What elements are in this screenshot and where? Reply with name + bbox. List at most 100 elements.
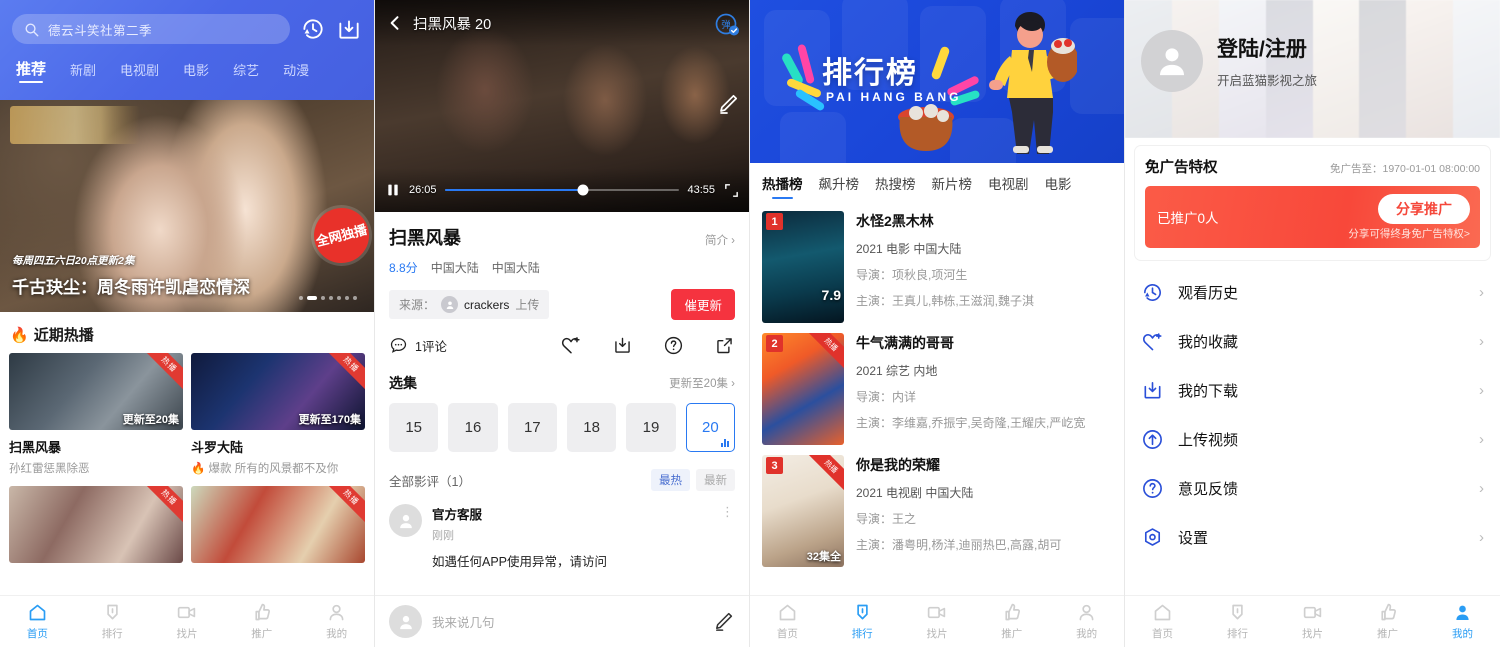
nav-item-promote[interactable]: 推广 [1350, 602, 1425, 641]
more-options-icon[interactable]: ⋮ [721, 504, 735, 520]
episode-button[interactable]: 17 [507, 403, 557, 452]
fullscreen-icon[interactable] [723, 182, 740, 199]
ranking-banner-title: 排行榜 [822, 57, 918, 90]
back-chevron-icon[interactable] [385, 13, 405, 33]
nav-item-mine[interactable]: 我的 [299, 602, 374, 641]
progress-bar[interactable] [444, 184, 680, 196]
nav-item-promote[interactable]: 推广 [974, 602, 1049, 641]
player-controls: 26:05 43:55 [375, 168, 749, 212]
help-icon[interactable] [663, 335, 684, 356]
nav-item-home[interactable]: 首页 [1125, 602, 1200, 641]
promo-note[interactable]: 分享可得终身免广告特权> [1348, 226, 1470, 241]
ranking-icon [852, 602, 873, 623]
nav-item-home[interactable]: 首页 [0, 602, 75, 641]
tab-电影[interactable]: 电影 [1045, 173, 1072, 201]
download-icon[interactable] [612, 335, 633, 356]
menu-label: 我的下载 [1178, 383, 1239, 400]
source-chip[interactable]: 来源： crackers 上传 [389, 290, 550, 319]
search-input-value: 德云斗笑社第二季 [48, 23, 153, 38]
history-icon[interactable] [300, 16, 326, 42]
menu-item-downloads[interactable]: 我的下载 › [1125, 366, 1500, 415]
pause-icon[interactable] [385, 182, 401, 198]
nav-item-ranking[interactable]: 排行 [1200, 602, 1275, 641]
nav-item-home[interactable]: 首页 [750, 602, 825, 641]
progress-knob[interactable] [577, 184, 589, 196]
help-icon [1141, 477, 1164, 500]
nav-item-mine[interactable]: 我的 [1425, 602, 1500, 641]
tab-电视剧[interactable]: 电视剧 [120, 60, 159, 85]
hero-carousel-dots[interactable] [299, 296, 357, 300]
episode-button[interactable]: 15 [389, 403, 439, 452]
nav-item-ranking[interactable]: 排行 [825, 602, 900, 641]
pencil-icon[interactable] [712, 610, 735, 633]
menu-item-upload[interactable]: 上传视频 › [1125, 415, 1500, 464]
tab-推荐[interactable]: 推荐 [16, 58, 46, 85]
download-icon[interactable] [336, 16, 362, 42]
episode-button[interactable]: 19 [626, 403, 676, 452]
card-episode: 更新至20集 [122, 414, 179, 426]
progress-fill [444, 188, 584, 192]
promo-banner[interactable]: 已推广0人 分享推广 分享可得终身免广告特权> [1145, 186, 1480, 248]
tab-电影[interactable]: 电影 [183, 60, 209, 85]
nav-item-promote[interactable]: 推广 [224, 602, 299, 641]
nav-item-find[interactable]: 找片 [1275, 602, 1350, 641]
search-input[interactable]: 德云斗笑社第二季 [12, 14, 290, 44]
episode-button[interactable]: 16 [448, 403, 498, 452]
nav-label: 我的 [326, 628, 348, 640]
video-player[interactable]: 扫黑风暴 20 弹 26:05 43:55 [375, 0, 749, 212]
screen-home: 德云斗笑社第二季 推荐 新剧 电视剧 电影 综艺 动漫 全网独播 每周四五六日2… [0, 0, 375, 647]
share-promo-button[interactable]: 分享推广 [1378, 194, 1470, 224]
total-time: 43:55 [687, 184, 715, 196]
urge-update-button[interactable]: 催更新 [671, 289, 735, 320]
list-item[interactable]: 热播 [9, 486, 183, 563]
avatar [389, 504, 422, 537]
hero-banner[interactable]: 全网独播 每周四五六日20点更新2集 千古玦尘：周冬雨许凯虐恋情深 [0, 100, 374, 312]
tab-新剧[interactable]: 新剧 [70, 60, 96, 85]
tab-动漫[interactable]: 动漫 [283, 60, 309, 85]
comment-input[interactable]: 我来说几句 [432, 612, 702, 631]
avatar [441, 296, 459, 313]
chevron-right-icon: › [1479, 480, 1484, 497]
nav-item-mine[interactable]: 我的 [1049, 602, 1124, 641]
episode-buttons: 15 16 17 18 19 20 [375, 403, 749, 452]
favorite-icon[interactable] [560, 334, 582, 356]
menu-item-favorites[interactable]: 我的收藏 › [1125, 317, 1500, 366]
share-icon[interactable] [714, 335, 735, 356]
nav-item-find[interactable]: 找片 [150, 602, 225, 641]
tab-新片榜[interactable]: 新片榜 [932, 173, 973, 201]
sort-new-chip[interactable]: 最新 [696, 469, 735, 491]
user-icon [1452, 602, 1473, 623]
menu-item-history[interactable]: 观看历史 › [1125, 268, 1500, 317]
table-row[interactable]: 2 热播 牛气满满的哥哥 2021 综艺 内地 导演：内详 主演：李维嘉,乔振宇… [750, 323, 1124, 445]
list-item[interactable]: 热播 更新至170集 斗罗大陆 🔥 爆款 所有的风景都不及你 [191, 353, 365, 476]
nav-label: 排行 [1227, 628, 1248, 640]
card-thumbnail: 热播 [9, 486, 183, 563]
favorite-icon [1141, 330, 1164, 353]
comment-count-button[interactable]: 1评论 [389, 336, 447, 355]
detail-more-link[interactable]: 简介 › [705, 232, 735, 248]
profile-desc: 开启蓝猫影视之旅 [1217, 74, 1318, 88]
table-row[interactable]: 1 7.9 水怪2黑木林 2021 电影 中国大陆 导演：项秋良,项河生 主演：… [750, 201, 1124, 323]
menu-item-settings[interactable]: 设置 › [1125, 513, 1500, 562]
pencil-icon[interactable] [716, 92, 740, 116]
episodes-update-link[interactable]: 更新至20集 › [669, 375, 735, 391]
episode-button[interactable]: 18 [566, 403, 617, 452]
tab-飙升榜[interactable]: 飙升榜 [819, 173, 860, 201]
danmaku-icon[interactable]: 弹 [714, 12, 740, 38]
list-item[interactable]: 热播 更新至20集 扫黑风暴 孙红雷惩黑除恶 [9, 353, 183, 476]
sort-hot-chip[interactable]: 最热 [651, 469, 690, 491]
tab-热播榜[interactable]: 热播榜 [762, 173, 803, 201]
profile-user[interactable]: 登陆/注册 开启蓝猫影视之旅 [1141, 30, 1317, 92]
nav-item-find[interactable]: 找片 [900, 602, 975, 641]
table-row[interactable]: 3 热播 32集全 你是我的荣耀 2021 电视剧 中国大陆 导演：王之 主演：… [750, 445, 1124, 567]
tab-热搜榜[interactable]: 热搜榜 [875, 173, 916, 201]
tab-电视剧[interactable]: 电视剧 [988, 173, 1029, 201]
episode-button-active[interactable]: 20 [685, 403, 736, 452]
card-episode: 更新至170集 [298, 414, 361, 426]
nav-item-ranking[interactable]: 排行 [75, 602, 150, 641]
ranking-banner: 排行榜 PAI HANG BANG [750, 0, 1124, 163]
list-item[interactable]: 热播 [191, 486, 365, 563]
menu-item-feedback[interactable]: 意见反馈 › [1125, 464, 1500, 513]
tab-综艺[interactable]: 综艺 [233, 60, 259, 85]
ranking-banner-subtitle: PAI HANG BANG [826, 90, 962, 104]
